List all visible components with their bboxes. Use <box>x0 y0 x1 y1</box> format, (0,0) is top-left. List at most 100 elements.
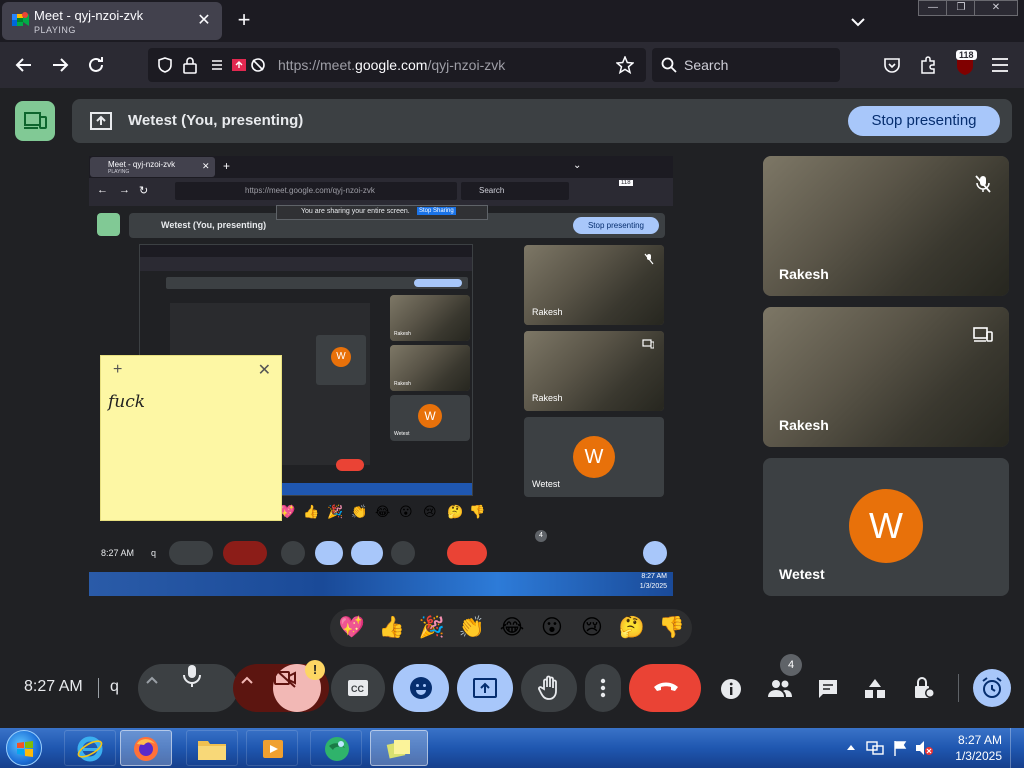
shield-icon[interactable] <box>156 56 174 74</box>
participant-tile-wetest[interactable]: W Wetest <box>763 458 1009 596</box>
taskbar-internet-explorer[interactable] <box>64 730 116 766</box>
window-minimize-button[interactable]: — <box>918 0 948 16</box>
volume-muted-icon[interactable] <box>914 740 934 756</box>
preview-participant-tile-2: Rakesh <box>524 331 664 411</box>
start-button[interactable] <box>6 730 42 766</box>
sticky-note-text[interactable]: fuck <box>108 392 145 412</box>
green-globe-icon <box>325 737 349 761</box>
microphone-button[interactable] <box>178 664 226 712</box>
recursive-avatar: W <box>418 404 442 428</box>
reaction-party[interactable]: 🎉 <box>416 613 448 643</box>
meeting-code: q <box>110 678 119 695</box>
taskbar-sticky-notes[interactable] <box>370 730 428 766</box>
present-now-button[interactable] <box>457 664 513 712</box>
preview-raise-hand-button <box>391 541 415 565</box>
activities-shapes-icon[interactable] <box>863 677 887 701</box>
show-desktop-button[interactable] <box>1010 728 1024 768</box>
firefox-icon <box>134 737 158 761</box>
list-all-tabs-chevron-icon[interactable] <box>847 11 869 33</box>
preview-people-count: 4 <box>535 530 547 542</box>
window-restore-button[interactable]: ❐ <box>946 0 976 16</box>
media-player-icon <box>263 740 283 758</box>
host-controls-lock-icon[interactable] <box>912 676 936 700</box>
presenting-title: Wetest (You, presenting) <box>128 112 304 129</box>
network-icon[interactable] <box>866 740 884 756</box>
hamburger-menu-icon[interactable] <box>990 56 1010 74</box>
preview-tile-1-name: Rakesh <box>532 307 563 317</box>
preview-share-bar: You are sharing your entire screen. Stop… <box>276 205 488 220</box>
tab-close-button[interactable]: ✕ <box>194 11 214 31</box>
recursive-mini-tile: W <box>316 335 366 385</box>
taskbar-clock[interactable]: 8:27 AM 1/3/2025 <box>940 732 1002 764</box>
new-tab-button[interactable]: + <box>232 9 256 33</box>
participant-tile-rakesh-2[interactable]: Rakesh <box>763 307 1009 447</box>
preview-presenting-indicator <box>97 213 120 236</box>
reaction-surprised[interactable]: 😮 <box>536 613 568 643</box>
reload-icon[interactable] <box>84 53 108 77</box>
participant-name: Wetest <box>779 566 825 582</box>
preview-mic-button <box>169 541 213 565</box>
people-icon[interactable] <box>767 678 793 698</box>
more-options-button[interactable] <box>585 664 621 712</box>
taskbar-media-player[interactable] <box>246 730 298 766</box>
url-text[interactable]: https://meet.google.com/qyj-nzoi-zvk <box>278 57 505 73</box>
forward-arrow-icon[interactable] <box>48 53 72 77</box>
preview-taskbar: 8:27 AM 1/3/2025 <box>89 572 673 596</box>
extensions-puzzle-icon[interactable] <box>918 55 938 75</box>
meeting-details-info-icon[interactable] <box>720 678 742 700</box>
divider <box>98 678 99 698</box>
search-input[interactable]: Search <box>652 48 840 82</box>
stop-presenting-button[interactable]: Stop presenting <box>848 106 1000 136</box>
internet-explorer-icon <box>77 736 103 762</box>
preview-timer-button <box>643 541 667 565</box>
action-center-flag-icon[interactable] <box>892 739 908 757</box>
browser-tab-meet[interactable]: Meet - qyj-nzoi-zvk PLAYING ✕ <box>2 2 222 40</box>
preview-emoji-button <box>315 541 343 565</box>
sticky-close-button[interactable]: ✕ <box>258 360 271 380</box>
taskbar-file-explorer[interactable] <box>186 730 238 766</box>
site-permissions-icon[interactable] <box>210 57 266 73</box>
clock-date: 1/3/2025 <box>955 749 1002 763</box>
preview-new-tab-icon: + <box>223 159 231 173</box>
show-hidden-icons-chevron-icon[interactable] <box>845 742 857 754</box>
sticky-note[interactable]: + ✕ fuck <box>100 355 282 521</box>
screen: Meet - qyj-nzoi-zvk PLAYING ✕ + — ❐ ✕ ht… <box>0 0 1024 768</box>
leave-call-button[interactable] <box>629 664 701 712</box>
pocket-icon[interactable] <box>882 55 902 75</box>
url-bar[interactable]: https://meet.google.com/qyj-nzoi-zvk <box>148 48 646 82</box>
lock-icon[interactable] <box>182 56 198 74</box>
back-arrow-icon[interactable] <box>12 53 36 77</box>
preview-reaction-party: 🎉 <box>327 504 344 519</box>
chat-icon[interactable] <box>817 678 839 700</box>
presenting-indicator[interactable] <box>15 101 55 141</box>
taskbar-app-globe[interactable] <box>310 730 362 766</box>
preview-present-button <box>351 541 383 565</box>
reaction-thinking[interactable]: 🤔 <box>616 613 648 643</box>
taskbar-firefox[interactable] <box>120 730 172 766</box>
browser-nav-bar: https://meet.google.com/qyj-nzoi-zvk Sea… <box>0 42 1024 88</box>
audio-options-chevron-icon[interactable] <box>144 672 160 688</box>
window-close-button[interactable]: ✕ <box>974 0 1018 16</box>
tab-title: Meet - qyj-nzoi-zvk <box>34 8 144 23</box>
preview-tab-title: Meet - qyj-nzoi-zvk <box>108 160 176 169</box>
participant-tile-rakesh-1[interactable]: Rakesh <box>763 156 1009 296</box>
raise-hand-button[interactable] <box>521 664 577 712</box>
sticky-add-button[interactable]: + <box>113 361 122 379</box>
reaction-thumbs-down[interactable]: 👎 <box>656 613 688 643</box>
captions-button[interactable]: CC <box>331 664 385 712</box>
reaction-sad[interactable]: 😢 <box>576 613 608 643</box>
reaction-heart[interactable]: 💖 <box>336 613 368 643</box>
video-options-chevron-icon[interactable] <box>239 672 255 688</box>
presenting-banner: Wetest (You, presenting) Stop presenting <box>72 99 1012 143</box>
svg-text:CC: CC <box>351 684 364 694</box>
preview-url-text: https://meet.google.com/qyj-nzoi-zvk <box>245 186 375 195</box>
search-placeholder: Search <box>684 57 729 73</box>
present-to-all-icon <box>473 678 497 698</box>
present-screen-icon <box>90 112 112 130</box>
bookmark-star-icon[interactable] <box>616 56 634 74</box>
reaction-clap[interactable]: 👏 <box>456 613 488 643</box>
reaction-thumbs-up[interactable]: 👍 <box>376 613 408 643</box>
reaction-laugh[interactable]: 😂 <box>496 613 528 643</box>
send-reaction-button[interactable] <box>393 664 449 712</box>
timer-button[interactable] <box>973 669 1011 707</box>
